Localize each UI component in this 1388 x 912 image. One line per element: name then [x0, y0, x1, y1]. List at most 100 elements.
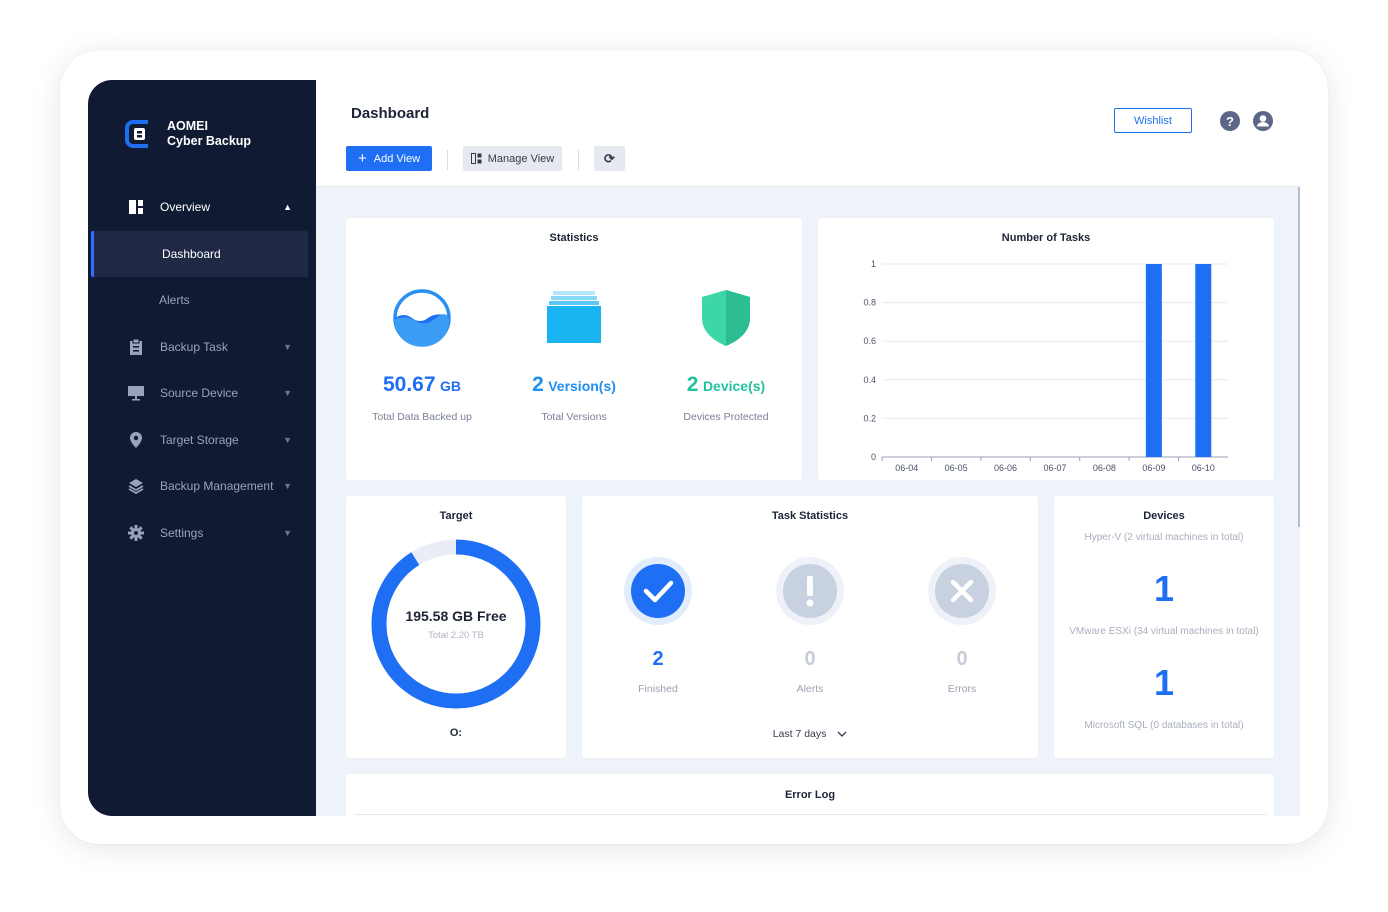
statistics-card: Statistics 50.67 GB Total Data Backed up…: [346, 218, 802, 480]
x-tick-label: 06-09: [1142, 463, 1165, 473]
user-account-icon[interactable]: [1253, 111, 1273, 131]
chevron-down-icon: ▼: [283, 434, 292, 445]
shield-icon: [702, 290, 750, 351]
brand-logo[interactable]: AOMEI Cyber Backup: [124, 118, 251, 150]
layers-icon: [128, 478, 144, 495]
sidebar-item-label: Backup Management: [160, 479, 274, 494]
sidebar-item-label: Backup Task: [160, 339, 228, 354]
y-tick-label: 0.6: [863, 336, 876, 346]
sidebar-item-label: Target Storage: [160, 432, 239, 447]
x-tick-label: 06-06: [994, 463, 1017, 473]
y-tick-label: 0.2: [863, 413, 876, 423]
errors-stat: 0 Errors: [902, 556, 1022, 695]
error-log-card: Error Log: [346, 774, 1274, 816]
target-total-space: Total 2.20 TB: [428, 630, 484, 641]
alerts-stat: 0 Alerts: [750, 556, 870, 695]
devices-protected-value: 2: [686, 373, 699, 396]
clipboard-icon: [128, 338, 144, 355]
versions-stack-icon: [547, 291, 601, 350]
sidebar-item-alerts[interactable]: Alerts: [88, 277, 316, 324]
sidebar-item-source-device[interactable]: Source Device ▼: [88, 370, 316, 417]
page-title: Dashboard: [351, 105, 430, 122]
total-data-unit: GB: [440, 378, 461, 394]
refresh-icon: ⟳: [604, 150, 615, 166]
manage-view-button[interactable]: Manage View: [463, 146, 562, 171]
task-statistics-title: Task Statistics: [771, 510, 849, 522]
vmware-caption: VMware ESXi (34 virtual machines in tota…: [1069, 626, 1259, 637]
sidebar-nav: Overview ▲ Dashboard Alerts Backup Task …: [88, 184, 316, 556]
sidebar-item-label: Dashboard: [162, 246, 221, 261]
x-tick-label: 06-04: [895, 463, 918, 473]
chevron-down-icon: ▼: [283, 341, 292, 352]
target-drive-label: O:: [449, 727, 463, 739]
target-card: Target 195.58 GB Free Total 2.20 TB O:: [346, 496, 566, 758]
wishlist-button[interactable]: Wishlist: [1114, 108, 1192, 133]
chevron-down-icon: ▼: [283, 481, 292, 492]
bar[interactable]: [1195, 264, 1212, 457]
total-data-label: Total Data Backed up: [372, 411, 472, 423]
x-tick-label: 06-07: [1043, 463, 1066, 473]
refresh-button[interactable]: ⟳: [594, 146, 625, 171]
period-value: Last 7 days: [772, 728, 827, 740]
add-view-button[interactable]: + Add View: [346, 146, 432, 171]
monitor-icon: [128, 385, 144, 401]
x-tick-label: 06-05: [945, 463, 968, 473]
sidebar-item-backup-task[interactable]: Backup Task ▼: [88, 324, 316, 371]
vmware-count: 1: [1153, 662, 1175, 703]
dashboard-layout-icon: [128, 199, 144, 215]
total-versions-label: Total Versions: [541, 411, 607, 423]
alerts-label: Alerts: [796, 683, 824, 695]
sidebar-item-backup-management[interactable]: Backup Management ▼: [88, 463, 316, 510]
sidebar-item-label: Settings: [160, 525, 204, 540]
devices-title: Devices: [1143, 510, 1185, 522]
finished-label: Finished: [638, 683, 678, 695]
chevron-up-icon: ▲: [283, 202, 292, 213]
sidebar-item-overview[interactable]: Overview ▲: [88, 184, 316, 231]
bar[interactable]: [1145, 264, 1162, 457]
total-versions-value: 2: [532, 373, 544, 396]
hyperv-caption: Hyper-V (2 virtual machines in total): [1084, 532, 1244, 543]
product-name: Cyber Backup: [167, 134, 252, 148]
sidebar-item-settings[interactable]: Settings ▼: [88, 510, 316, 557]
sidebar-item-label: Overview: [160, 200, 211, 215]
brand-name: AOMEI: [167, 119, 208, 133]
x-tick-label: 06-10: [1192, 463, 1215, 473]
manage-view-label: Manage View: [487, 152, 555, 165]
plus-icon: +: [357, 150, 367, 167]
x-tick-label: 06-08: [1093, 463, 1116, 473]
chevron-down-icon: ▼: [283, 388, 292, 399]
devices-protected-stat: 2 Device(s) Devices Protected: [651, 373, 801, 423]
statistics-title: Statistics: [549, 232, 599, 244]
location-pin-icon: [128, 431, 144, 448]
total-data-value: 50.67: [382, 373, 436, 396]
devices-card: Devices Hyper-V (2 virtual machines in t…: [1054, 496, 1274, 758]
aomei-logo-icon: [124, 118, 154, 150]
gear-icon: [128, 524, 144, 541]
close-circle-icon: [927, 556, 997, 626]
storage-water-icon: [392, 288, 452, 353]
sidebar-item-label: Alerts: [159, 293, 190, 308]
total-versions-stat: 2 Version(s) Total Versions: [499, 373, 649, 423]
toolbar-divider: [578, 150, 579, 170]
add-view-label: Add View: [373, 152, 421, 165]
donut-free-arc: [371, 539, 541, 709]
grid-layout-icon: [470, 153, 482, 164]
app-window: AOMEI Cyber Backup Overview ▲ Dashboard …: [88, 80, 1300, 816]
task-statistics-card: Task Statistics 2 Finished 0 Alerts 0 Er…: [582, 496, 1038, 758]
errors-label: Errors: [947, 683, 977, 695]
devices-protected-unit: Device(s): [702, 378, 766, 394]
finished-count: 2: [652, 648, 664, 670]
period-dropdown[interactable]: Last 7 days: [582, 728, 1038, 740]
main-scrollbar[interactable]: [1298, 187, 1300, 527]
sidebar-item-target-storage[interactable]: Target Storage ▼: [88, 417, 316, 464]
tasks-bar-chart: 1 0.8 0.6 0.4 0.2 0 06-04 06-05 06-06 06-07 06-08…: [863, 259, 1228, 473]
errors-count: 0: [956, 648, 968, 670]
help-icon[interactable]: ?: [1220, 111, 1240, 131]
sidebar: AOMEI Cyber Backup Overview ▲ Dashboard …: [88, 80, 316, 816]
sidebar-item-label: Source Device: [160, 386, 239, 401]
sidebar-item-dashboard[interactable]: Dashboard: [91, 230, 308, 277]
y-tick-label: 0.8: [863, 298, 876, 308]
storage-donut-chart: [371, 539, 541, 709]
hyperv-count: 1: [1153, 568, 1175, 609]
tasks-chart-card: Number of Tasks 1 0.8 0.6 0.4 0.2 0 06-04 06-0…: [818, 218, 1274, 480]
